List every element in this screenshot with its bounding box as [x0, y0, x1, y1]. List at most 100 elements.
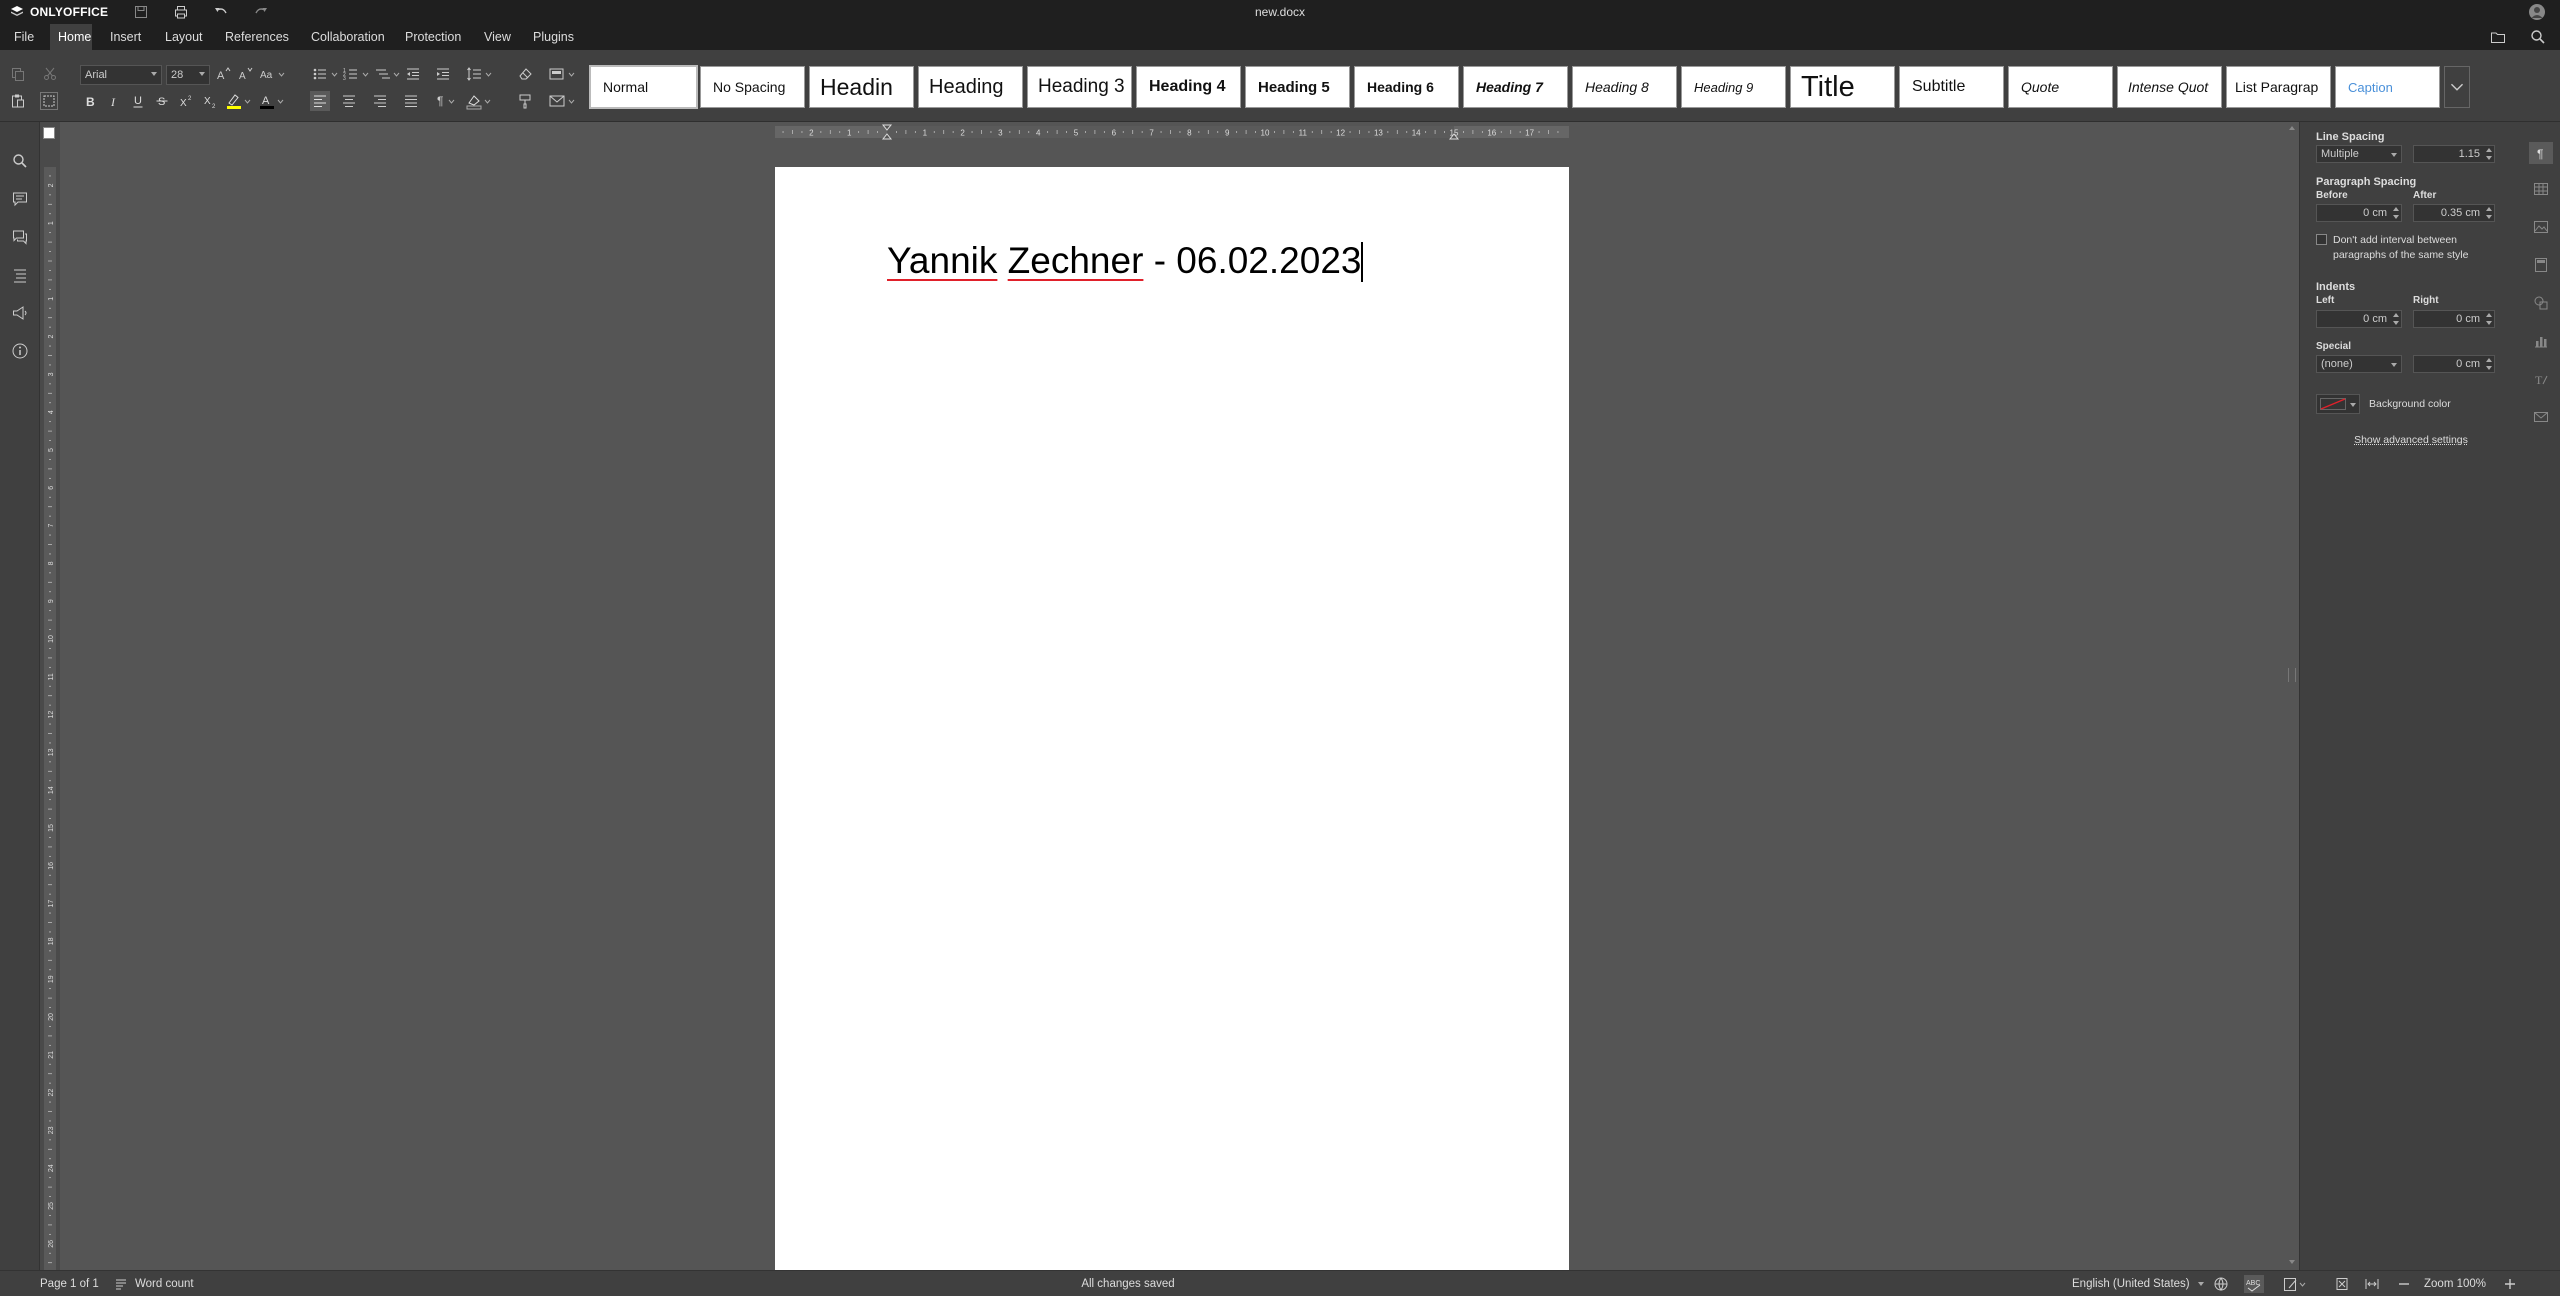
scroll-thumb[interactable]	[2288, 668, 2296, 682]
superscript-icon[interactable]: X2	[178, 93, 194, 109]
style-heading-8[interactable]: Heading 8	[1572, 66, 1677, 108]
line-spacing-value-field[interactable]: 1.15	[2413, 145, 2495, 163]
user-avatar-icon[interactable]	[2528, 3, 2546, 21]
color-scheme-icon[interactable]	[548, 66, 578, 82]
strikethrough-icon[interactable]: S	[154, 93, 170, 109]
spinner-icon[interactable]	[2486, 358, 2492, 370]
special-indent-select[interactable]: (none)	[2316, 355, 2402, 373]
subscript-icon[interactable]: X2	[202, 93, 218, 109]
vertical-scrollbar[interactable]	[2285, 122, 2299, 1270]
shape-settings-icon[interactable]	[2532, 294, 2550, 312]
font-size-select[interactable]: 28	[166, 65, 210, 85]
document-page[interactable]	[775, 167, 1569, 1270]
font-name-select[interactable]: Arial	[80, 65, 162, 85]
font-color-icon[interactable]: A	[258, 92, 288, 110]
align-center-icon[interactable]	[341, 93, 357, 109]
spell-check-icon[interactable]: ABC	[2244, 1275, 2264, 1293]
expand-styles-icon[interactable]	[2444, 66, 2470, 108]
language-selector[interactable]: English (United States)	[2072, 1278, 2190, 1290]
fit-width-icon[interactable]	[2364, 1276, 2380, 1292]
clear-style-icon[interactable]	[517, 66, 533, 82]
chart-settings-icon[interactable]	[2532, 332, 2550, 350]
tab-references[interactable]: References	[217, 24, 297, 50]
multilevel-list-icon[interactable]	[374, 66, 402, 82]
find-icon[interactable]	[11, 152, 29, 170]
select-all-icon[interactable]	[40, 92, 58, 110]
line-spacing-icon[interactable]	[466, 66, 494, 82]
search-icon[interactable]	[2530, 29, 2546, 45]
style-intense-quote[interactable]: Intense Quot	[2117, 66, 2222, 108]
spinner-icon[interactable]	[2393, 207, 2399, 219]
paste-icon[interactable]	[10, 93, 26, 109]
highlight-color-icon[interactable]	[225, 92, 255, 110]
chevron-down-icon[interactable]	[2198, 1282, 2204, 1286]
copy-icon[interactable]	[10, 66, 26, 82]
nonprinting-characters-icon[interactable]: ¶	[435, 92, 457, 110]
mail-merge-icon[interactable]	[548, 92, 578, 110]
style-heading-5[interactable]: Heading 5	[1245, 66, 1350, 108]
comments-icon[interactable]	[11, 190, 29, 208]
scroll-up-arrow-icon[interactable]	[2289, 126, 2295, 130]
tab-protection[interactable]: Protection	[397, 24, 469, 50]
increase-indent-icon[interactable]	[435, 66, 451, 82]
spacing-before-field[interactable]: 0 cm	[2316, 204, 2402, 222]
feedback-icon[interactable]	[11, 304, 29, 322]
tab-plugins[interactable]: Plugins	[525, 24, 582, 50]
paragraph-shading-icon[interactable]	[465, 92, 495, 110]
fit-page-icon[interactable]	[2334, 1276, 2350, 1292]
spacing-after-field[interactable]: 0.35 cm	[2413, 204, 2495, 222]
chat-icon[interactable]	[11, 228, 29, 246]
style-normal[interactable]: Normal	[589, 65, 698, 109]
style-subtitle[interactable]: Subtitle	[1899, 66, 2004, 108]
align-left-icon[interactable]	[310, 91, 330, 111]
decrease-indent-icon[interactable]	[405, 66, 421, 82]
cut-icon[interactable]	[42, 66, 58, 82]
image-settings-icon[interactable]	[2532, 218, 2550, 236]
bullet-list-icon[interactable]	[312, 66, 340, 82]
style-heading-3[interactable]: Heading 3	[1027, 66, 1132, 108]
spinner-icon[interactable]	[2486, 207, 2492, 219]
numbered-list-icon[interactable]: 123	[343, 66, 371, 82]
scroll-down-arrow-icon[interactable]	[2289, 1260, 2295, 1264]
text-art-settings-icon[interactable]: T	[2532, 370, 2550, 388]
show-advanced-settings-link[interactable]: Show advanced settings	[2300, 434, 2522, 446]
copy-style-icon[interactable]	[517, 93, 533, 109]
vertical-ruler[interactable]: 2 1 1 2 3 4 5 6 7 8 9 10 11 12 13 14 15 16 17 18 19 20 21 22 23 2…	[40, 122, 60, 1270]
style-heading-4[interactable]: Heading 4	[1136, 66, 1241, 108]
style-caption[interactable]: Caption	[2335, 66, 2440, 108]
special-indent-amount-field[interactable]: 0 cm	[2413, 355, 2495, 373]
italic-icon[interactable]: I	[106, 93, 122, 109]
tab-collaboration[interactable]: Collaboration	[303, 24, 393, 50]
style-quote[interactable]: Quote	[2008, 66, 2113, 108]
dont-add-interval-checkbox[interactable]	[2316, 234, 2327, 245]
style-heading-7[interactable]: Heading 7	[1463, 66, 1568, 108]
tab-stop-selector[interactable]	[43, 127, 55, 139]
line-spacing-type-select[interactable]: Multiple	[2316, 145, 2402, 163]
style-title[interactable]: Title	[1790, 66, 1895, 108]
increase-font-icon[interactable]: A	[215, 66, 231, 82]
horizontal-ruler[interactable]: 2 1 1 2 3 4 5 6 7 8 9 10 11 12 13 14 15 16 17	[775, 124, 1569, 140]
style-no-spacing[interactable]: No Spacing	[700, 66, 805, 108]
tab-home[interactable]: Home	[50, 24, 92, 50]
indent-right-field[interactable]: 0 cm	[2413, 310, 2495, 328]
table-settings-icon[interactable]	[2532, 180, 2550, 198]
open-location-icon[interactable]	[2490, 29, 2506, 45]
indent-left-field[interactable]: 0 cm	[2316, 310, 2402, 328]
spinner-icon[interactable]	[2486, 148, 2492, 160]
tab-file[interactable]: File	[6, 24, 42, 50]
about-icon[interactable]	[11, 342, 29, 360]
bold-icon[interactable]: B	[82, 93, 98, 109]
track-changes-icon[interactable]	[2282, 1275, 2310, 1293]
style-heading-6[interactable]: Heading 6	[1354, 66, 1459, 108]
tab-layout[interactable]: Layout	[157, 24, 211, 50]
spinner-icon[interactable]	[2486, 313, 2492, 325]
change-case-icon[interactable]: Aa	[259, 66, 285, 82]
style-heading-1[interactable]: Headin	[809, 66, 914, 108]
document-language-icon[interactable]	[2213, 1276, 2229, 1292]
style-heading-9[interactable]: Heading 9	[1681, 66, 1786, 108]
zoom-in-icon[interactable]	[2502, 1276, 2518, 1292]
mail-merge-settings-icon[interactable]	[2532, 408, 2550, 426]
style-list-paragraph[interactable]: List Paragrap	[2226, 66, 2331, 108]
justify-icon[interactable]	[403, 93, 419, 109]
navigation-icon[interactable]	[11, 266, 29, 284]
